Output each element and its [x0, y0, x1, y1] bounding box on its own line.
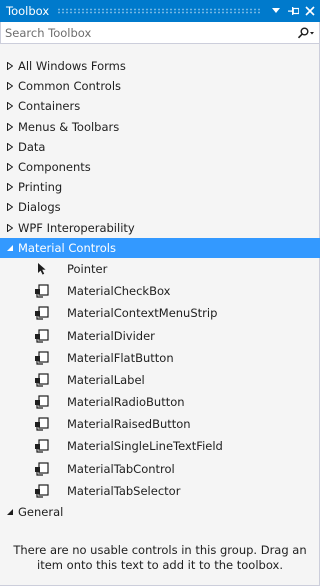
- category-label: Common Controls: [18, 79, 122, 94]
- collapsed-arrow-icon[interactable]: [4, 60, 16, 72]
- item-label: MaterialDivider: [67, 328, 155, 343]
- toolbox-item-materialdivider[interactable]: MaterialDivider: [0, 324, 320, 346]
- search-box: [0, 22, 320, 44]
- category-label: Data: [18, 139, 46, 154]
- toolbox-item-materialraisedbutton[interactable]: MaterialRaisedButton: [0, 413, 320, 435]
- category-wpf-interoperability[interactable]: WPF Interoperability: [0, 218, 320, 238]
- item-label: MaterialLabel: [67, 372, 145, 387]
- component-icon: [34, 416, 50, 432]
- component-icon: [34, 483, 50, 499]
- item-label: MaterialCheckBox: [67, 284, 171, 299]
- auto-hide-pin-icon[interactable]: [286, 3, 300, 19]
- expanded-arrow-icon[interactable]: [4, 506, 16, 518]
- collapsed-arrow-icon[interactable]: [4, 121, 16, 133]
- category-label: Dialogs: [18, 200, 61, 215]
- category-data[interactable]: Data: [0, 137, 320, 157]
- toolbox-item-materialflatbutton[interactable]: MaterialFlatButton: [0, 347, 320, 369]
- collapsed-arrow-icon[interactable]: [4, 80, 16, 92]
- category-containers[interactable]: Containers: [0, 96, 320, 116]
- pointer-icon: [34, 261, 50, 277]
- collapsed-arrow-icon[interactable]: [4, 161, 16, 173]
- item-label: Pointer: [67, 261, 108, 276]
- collapsed-arrow-icon[interactable]: [4, 181, 16, 193]
- category-all-windows-forms[interactable]: All Windows Forms: [0, 56, 320, 76]
- category-label: Menus & Toolbars: [18, 119, 120, 134]
- category-label: WPF Interoperability: [18, 220, 135, 235]
- category-printing[interactable]: Printing: [0, 177, 320, 197]
- category-label: Containers: [18, 99, 81, 114]
- item-label: MaterialRadioButton: [67, 395, 185, 410]
- collapsed-arrow-icon[interactable]: [4, 100, 16, 112]
- window-title: Toolbox: [6, 4, 50, 18]
- category-dialogs[interactable]: Dialogs: [0, 197, 320, 217]
- component-icon: [34, 372, 50, 388]
- item-label: MaterialFlatButton: [67, 350, 174, 365]
- toolbox-item-materialcheckbox[interactable]: MaterialCheckBox: [0, 280, 320, 302]
- category-label: Printing: [18, 180, 63, 195]
- category-components[interactable]: Components: [0, 157, 320, 177]
- category-menus-toolbars[interactable]: Menus & Toolbars: [0, 117, 320, 137]
- search-icon[interactable]: [297, 27, 319, 39]
- item-label: MaterialRaisedButton: [67, 417, 191, 432]
- item-label: MaterialSingleLineTextField: [67, 439, 223, 454]
- category-label: General: [18, 505, 64, 520]
- component-icon: [34, 305, 50, 321]
- component-icon: [34, 461, 50, 477]
- category-common-controls[interactable]: Common Controls: [0, 76, 320, 96]
- toolbox-item-materiallabel[interactable]: MaterialLabel: [0, 369, 320, 391]
- toolbox-tree: All Windows Forms Common Controls Contai…: [0, 56, 320, 522]
- component-icon: [34, 394, 50, 410]
- category-label: Material Controls: [18, 240, 116, 255]
- item-label: MaterialTabControl: [67, 461, 175, 476]
- collapsed-arrow-icon[interactable]: [4, 141, 16, 153]
- collapsed-arrow-icon[interactable]: [4, 201, 16, 213]
- drag-grip[interactable]: [57, 8, 261, 14]
- window-position-dropdown-icon[interactable]: [269, 3, 283, 19]
- collapsed-arrow-icon[interactable]: [4, 222, 16, 234]
- expanded-arrow-icon[interactable]: [4, 242, 16, 254]
- toolbox-item-materialsinglelinetextfield[interactable]: MaterialSingleLineTextField: [0, 435, 320, 457]
- component-icon: [34, 438, 50, 454]
- component-icon: [34, 283, 50, 299]
- close-icon[interactable]: [303, 3, 317, 19]
- category-material-controls[interactable]: Material Controls: [0, 237, 320, 258]
- search-input[interactable]: [1, 22, 297, 43]
- toolbox-titlebar[interactable]: Toolbox: [0, 0, 320, 22]
- item-label: MaterialTabSelector: [67, 483, 181, 498]
- category-general[interactable]: General: [0, 502, 320, 522]
- toolbox-item-materialradiobutton[interactable]: MaterialRadioButton: [0, 391, 320, 413]
- component-icon: [34, 350, 50, 366]
- component-icon: [34, 328, 50, 344]
- category-label: Components: [18, 160, 91, 175]
- category-label: All Windows Forms: [18, 59, 126, 74]
- item-label: MaterialContextMenuStrip: [67, 306, 218, 321]
- empty-group-message[interactable]: There are no usable controls in this gro…: [0, 543, 320, 573]
- toolbox-window: Toolbox Search Toolbox All Windows Forms…: [0, 0, 320, 586]
- toolbox-item-materialtabselector[interactable]: MaterialTabSelector: [0, 480, 320, 502]
- toolbox-item-materialcontextmenustrip[interactable]: MaterialContextMenuStrip: [0, 302, 320, 324]
- toolbox-item-pointer[interactable]: Pointer: [0, 258, 320, 280]
- toolbox-item-materialtabcontrol[interactable]: MaterialTabControl: [0, 458, 320, 480]
